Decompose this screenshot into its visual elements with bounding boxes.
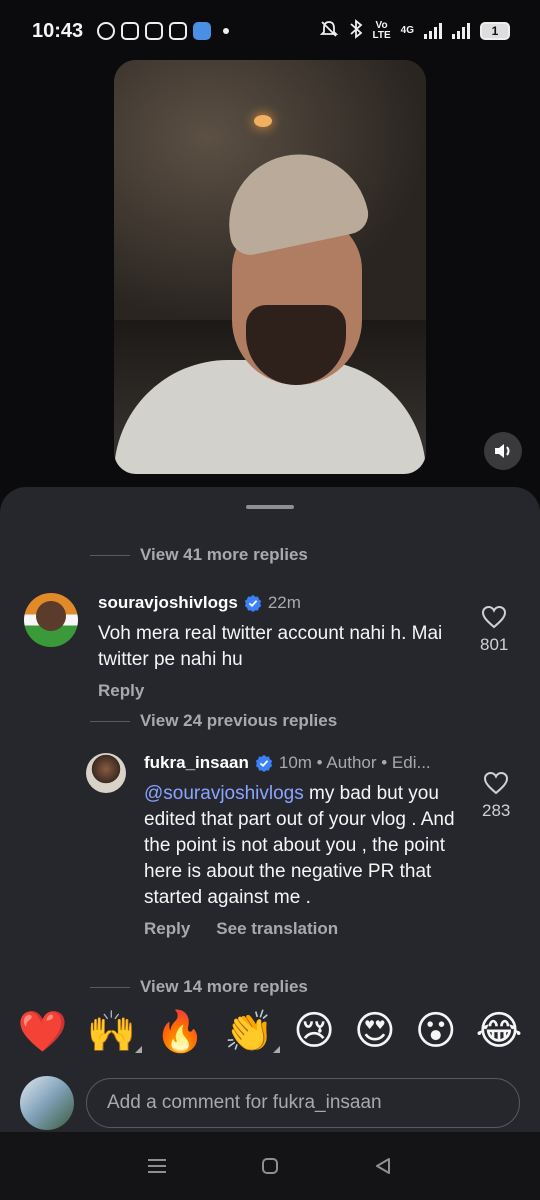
view-previous-replies[interactable]: View 24 previous replies [90,711,337,731]
whatsapp-icon [97,22,116,40]
video-light [254,115,272,127]
emoji-raised-hands[interactable]: 🙌 [86,1008,143,1055]
mention-link[interactable]: @souravjoshivlogs [144,783,304,804]
emoji-crying[interactable]: 😢 [293,1008,335,1054]
instagram-icon [169,22,188,40]
thread-rule [90,720,130,722]
recent-apps-button[interactable] [142,1151,172,1181]
avatar[interactable] [24,593,78,647]
emoji-clap[interactable]: 👏 [224,1008,281,1055]
heart-icon [482,605,507,629]
view-more-replies-2[interactable]: View 14 more replies [90,977,308,997]
instagram-icon [121,22,140,40]
current-user-avatar [20,1076,74,1130]
emoji-raised-hands-glyph: 🙌 [86,1008,137,1055]
comment-actions: Reply [98,681,458,701]
comment-body: souravjoshivlogs 22m Voh mera real twitt… [98,593,458,701]
emoji-surprised[interactable]: 😮 [415,1008,457,1054]
menu-icon [147,1159,166,1173]
system-nav-bar [0,1132,540,1200]
home-icon [261,1158,278,1174]
comment-meta: 10m • Author • Edi... [278,753,431,772]
skin-tone-indicator [273,1045,281,1053]
comment-time: 22m [267,593,301,612]
thread-rule [90,986,130,988]
comment-actions: Reply See translation [144,919,462,939]
avatar[interactable] [86,753,126,793]
verified-badge-icon [244,594,261,612]
emoji-heart-eyes[interactable]: 😍 [354,1008,396,1054]
comment-text: Voh mera real twitter account nahi h. Ma… [98,623,443,670]
reply-button[interactable]: Reply [144,919,190,939]
volte-indicator: Vo LTE [373,21,391,41]
battery-icon: 1 [480,22,510,40]
drag-handle[interactable] [246,505,294,509]
weather-icon [193,22,212,40]
instagram-icon [145,22,164,40]
status-right: Vo LTE 4G 1 [319,18,510,44]
view-more-replies-1[interactable]: View 41 more replies [90,545,308,565]
network-type: 4G [400,25,414,36]
comment-composer [0,1074,540,1132]
signal-icon [424,23,442,39]
speaker-icon [495,444,510,458]
sound-button[interactable] [484,432,522,470]
thread-rule [90,554,130,556]
reply-button[interactable]: Reply [98,681,144,701]
emoji-reaction-bar: ❤️ 🙌 🔥 👏 😢 😍 😮 😂 [0,1000,540,1062]
emoji-clap-glyph: 👏 [224,1008,275,1055]
like-button[interactable]: 283 [482,771,510,821]
status-bar: 10:43 Vo LTE 4G 1 [0,0,540,62]
emoji-laughing[interactable]: 😂 [476,1008,523,1054]
like-count: 283 [482,801,511,820]
comment-input[interactable] [86,1078,520,1128]
heart-icon [484,771,509,795]
comment-username[interactable]: fukra_insaan [144,753,249,773]
back-button[interactable] [368,1151,398,1181]
back-icon [376,1158,391,1174]
see-translation-button[interactable]: See translation [216,919,338,939]
reply-item: fukra_insaan 10m • Author • Edi... @sour… [86,753,466,939]
comment-username[interactable]: souravjoshivlogs [98,593,238,613]
view-more-label: View 41 more replies [140,545,308,564]
signal-icon-2 [452,23,470,39]
view-previous-label: View 24 previous replies [140,711,338,730]
like-button[interactable]: 801 [480,605,508,655]
bluetooth-icon [349,18,363,44]
notification-icons [97,22,230,40]
video-player[interactable] [114,60,426,474]
skin-tone-indicator [135,1045,143,1053]
comment-header: fukra_insaan 10m • Author • Edi... [144,753,462,773]
mute-icon [319,19,339,44]
home-button[interactable] [255,1151,285,1181]
like-count: 801 [480,635,509,654]
comment-body: fukra_insaan 10m • Author • Edi... @sour… [144,753,462,939]
view-more-label: View 14 more replies [140,977,308,996]
comment-item: souravjoshivlogs 22m Voh mera real twitt… [24,593,454,701]
emoji-fire[interactable]: 🔥 [155,1008,205,1055]
more-notifications-dot [223,28,230,34]
comment-text: @souravjoshivlogs my bad but you edited … [144,781,462,911]
volte-bottom: LTE [372,30,391,41]
status-time: 10:43 [32,19,84,42]
comment-header: souravjoshivlogs 22m [98,593,458,613]
emoji-heart[interactable]: ❤️ [18,1008,68,1055]
verified-badge-icon [255,754,272,772]
